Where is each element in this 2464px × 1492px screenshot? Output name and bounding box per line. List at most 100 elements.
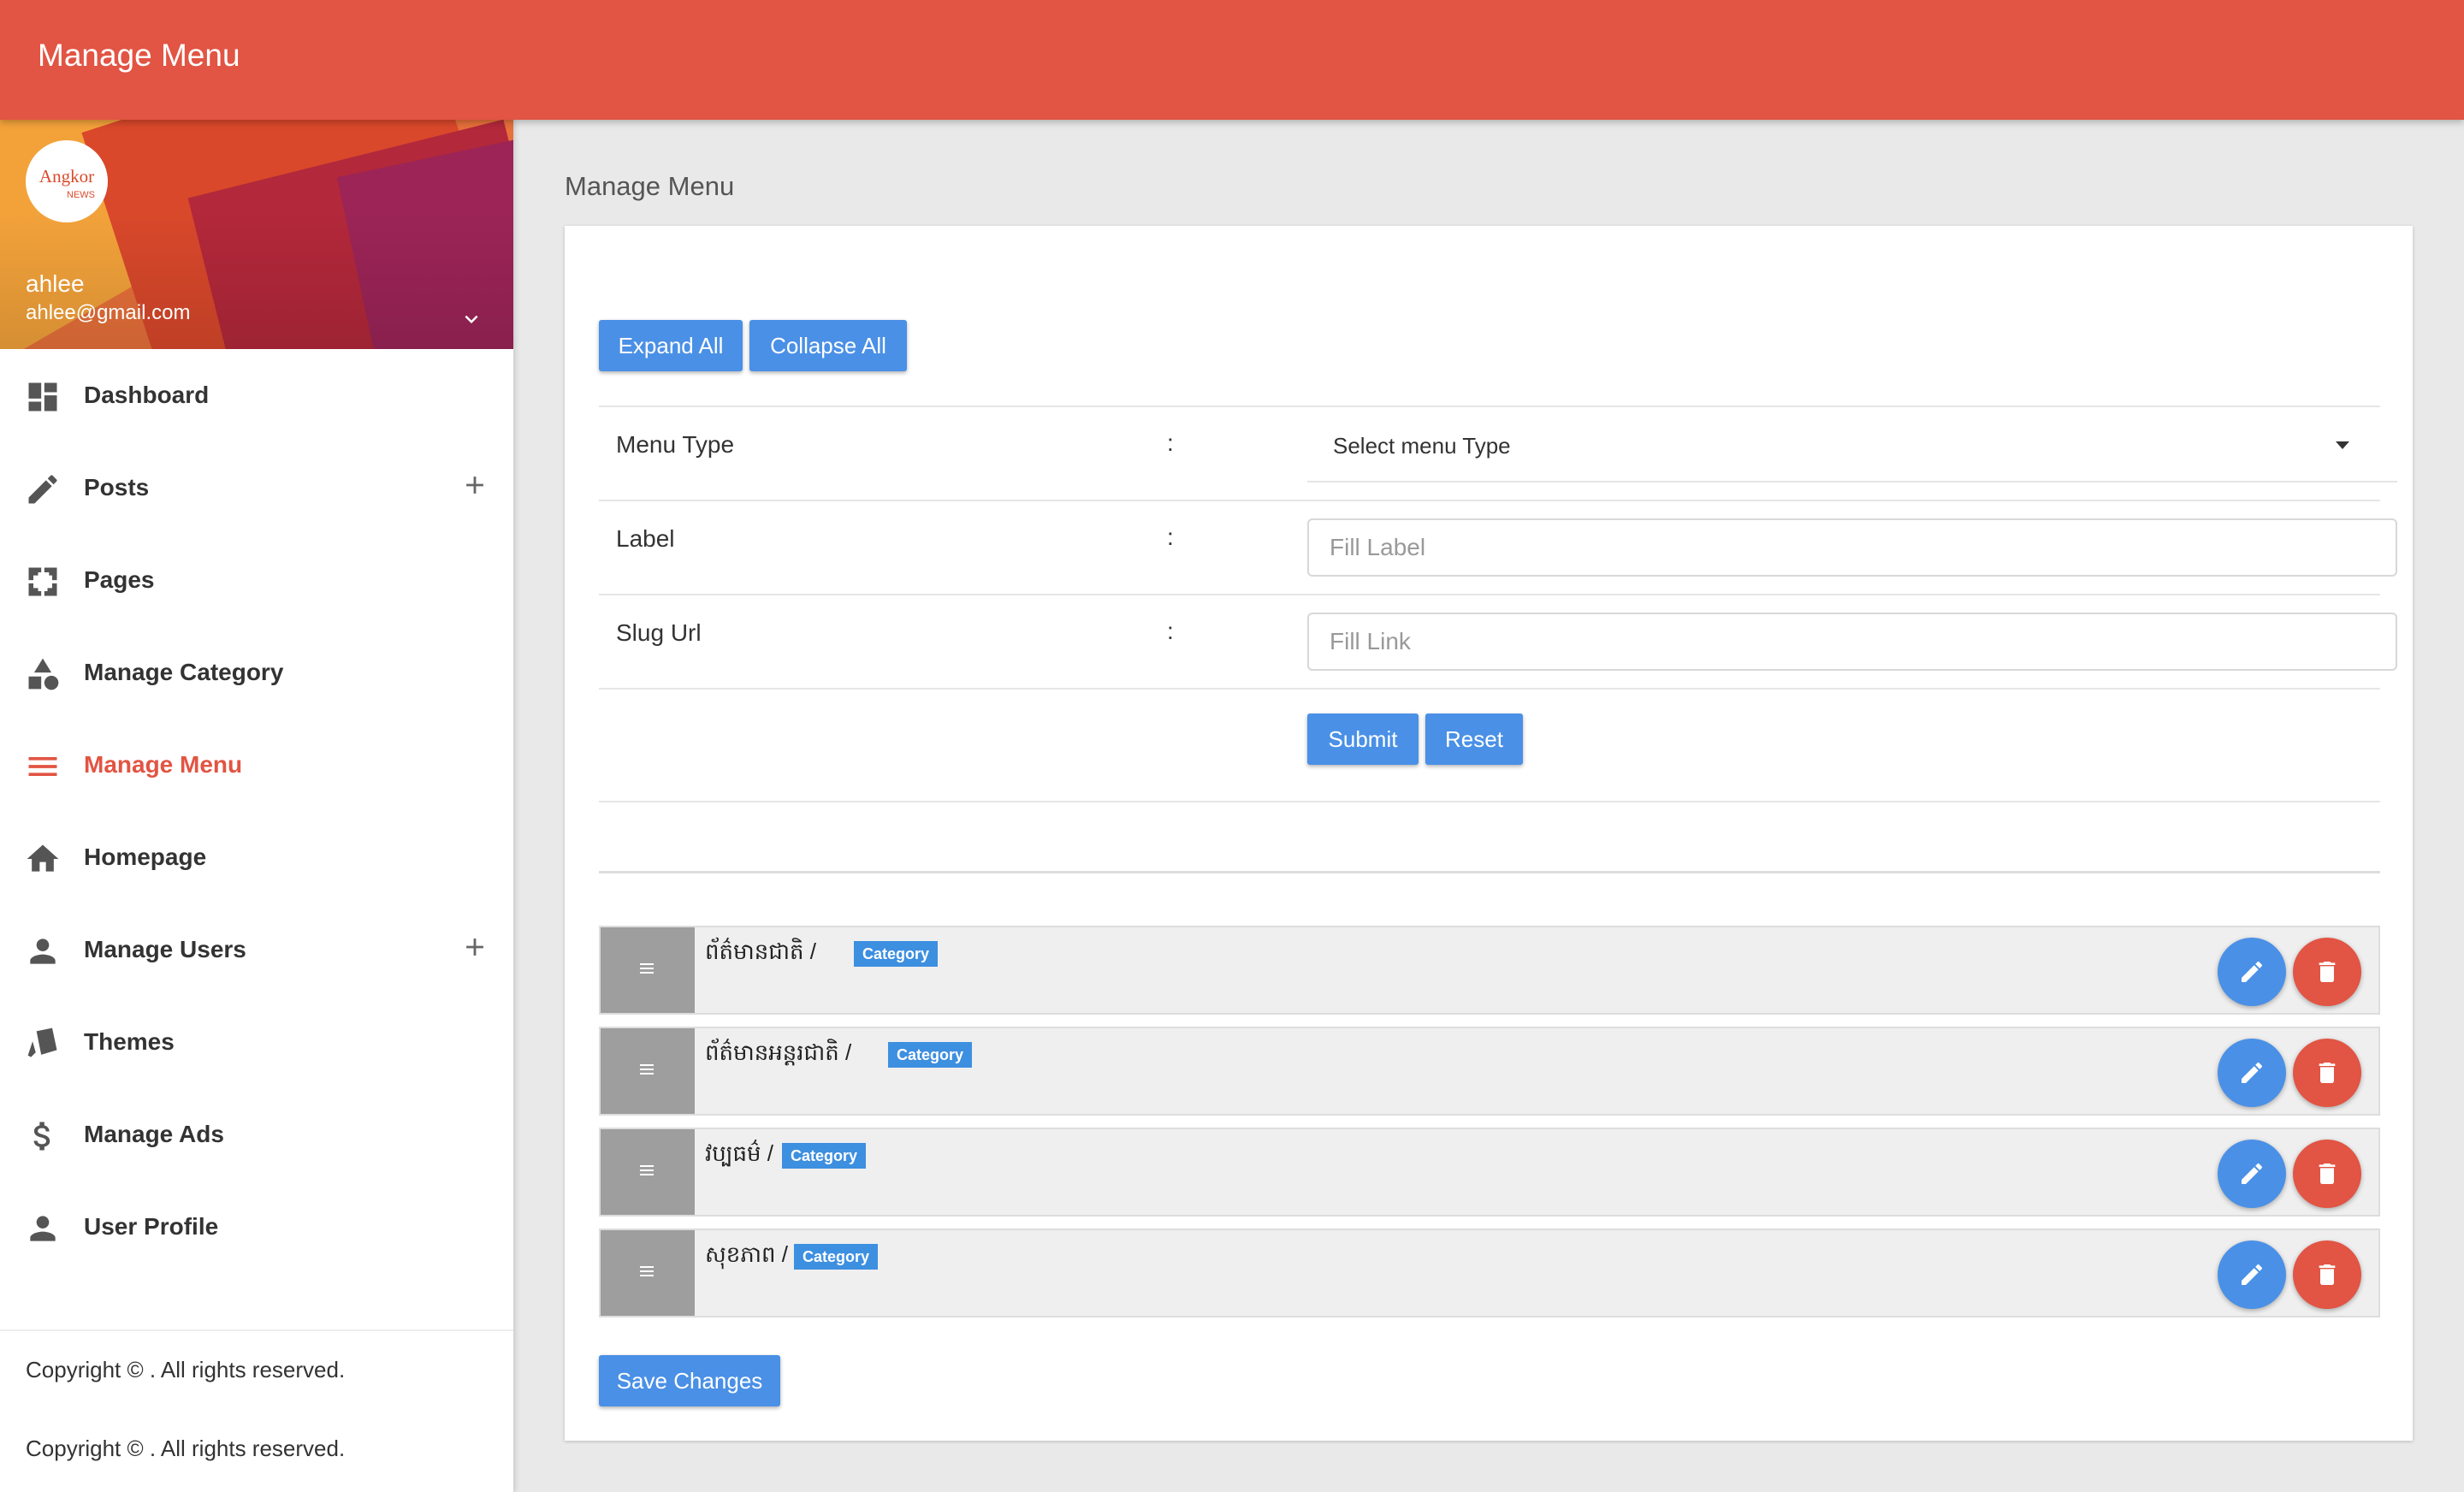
colon: : — [1167, 524, 1174, 550]
save-changes-button[interactable]: Save Changes — [599, 1355, 780, 1406]
sidebar-item-label: Manage Users — [84, 936, 246, 962]
trash-icon — [2319, 1163, 2336, 1184]
reset-button[interactable]: Reset — [1425, 713, 1523, 765]
pencil-icon — [2242, 1264, 2262, 1285]
copyright-text: Copyright © . All rights reserved. — [26, 1436, 346, 1461]
dashboard-icon — [28, 382, 57, 411]
label-input[interactable] — [1307, 518, 2397, 577]
drag-handle[interactable] — [601, 927, 695, 1013]
pencil-icon — [2242, 1062, 2262, 1083]
user-name: ahlee — [26, 270, 85, 297]
menu-item-title: ព័ត៌មានជាតិ / — [705, 938, 816, 964]
sidebar-item-label: Dashboard — [84, 382, 210, 408]
menu-item-type-badge: Category — [854, 941, 939, 967]
logo-subtext: NEWS — [67, 190, 95, 200]
drag-handle[interactable] — [601, 1028, 695, 1114]
sidebar-item-label: Pages — [84, 566, 155, 593]
slug-url-label: Slug Url — [616, 619, 702, 646]
person-icon — [30, 938, 56, 964]
section-divider — [599, 871, 2380, 873]
colon: : — [1167, 618, 1174, 644]
menu-icon — [28, 757, 57, 776]
app-bar: Manage Menu — [0, 0, 2464, 120]
menu-type-select[interactable]: Select menu Type — [1307, 407, 2397, 483]
slug-url-input[interactable] — [1307, 613, 2397, 671]
expand-all-button[interactable]: Expand All — [599, 320, 743, 371]
manage-menu-card: Expand All Collapse All Menu Type : Sele… — [565, 226, 2413, 1441]
sidebar-item-dashboard[interactable]: Dashboard — [0, 349, 513, 441]
drag-handle[interactable] — [601, 1129, 695, 1215]
home-icon — [27, 844, 59, 872]
sidebar-item-pages[interactable]: Pages — [0, 534, 513, 626]
footer-divider — [0, 1329, 513, 1331]
collapse-all-button[interactable]: Collapse All — [749, 320, 907, 371]
sidebar-item-posts[interactable]: Posts — [0, 441, 513, 534]
person-icon — [30, 1216, 56, 1241]
sidebar-item-user-profile[interactable]: User Profile — [0, 1181, 513, 1273]
form-row-actions: Submit Reset — [599, 688, 2380, 802]
menu-list-item: ព័ត៌មានជាតិ / Category — [599, 926, 2380, 1015]
edit-button[interactable] — [2218, 1140, 2286, 1208]
sidebar-item-manage-users[interactable]: Manage Users — [0, 903, 513, 996]
label-field-label: Label — [616, 525, 675, 552]
pencil-icon — [2242, 961, 2262, 982]
menu-list-item: ព័ត៌មានអន្តរជាតិ / Category — [599, 1027, 2380, 1116]
sidebar-item-label: Manage Category — [84, 659, 284, 685]
plus-icon[interactable] — [460, 471, 489, 500]
edit-button[interactable] — [2218, 1039, 2286, 1107]
sidebar-item-label: Manage Menu — [84, 751, 243, 778]
menu-item-title: សុខភាព / — [705, 1241, 788, 1267]
menu-list-item: សុខភាព / Category — [599, 1229, 2380, 1317]
pencil-icon — [2242, 1163, 2262, 1184]
drag-handle-icon — [640, 1266, 654, 1276]
delete-button[interactable] — [2293, 1140, 2361, 1208]
delete-button[interactable] — [2293, 1240, 2361, 1309]
edit-button[interactable] — [2218, 938, 2286, 1006]
page-title: Manage Menu — [565, 171, 735, 201]
sidebar: Angkor NEWS ahlee ahlee@gmail.com Dashbo… — [0, 120, 513, 1492]
drag-handle-icon — [640, 1064, 654, 1075]
drag-handle-icon — [640, 1165, 654, 1175]
category-icon — [28, 658, 59, 690]
plus-icon[interactable] — [460, 932, 489, 962]
menu-type-value: Select menu Type — [1333, 433, 1511, 459]
trash-icon — [2319, 1063, 2336, 1083]
pencil-icon — [28, 475, 57, 504]
pages-icon — [28, 567, 57, 596]
trash-icon — [2319, 1264, 2336, 1285]
copyright-text: Copyright © . All rights reserved. — [26, 1357, 346, 1382]
app-bar-title: Manage Menu — [38, 38, 240, 73]
menu-item-type-badge: Category — [888, 1042, 973, 1068]
menu-item-type-badge: Category — [794, 1244, 879, 1270]
menu-item-type-badge: Category — [782, 1143, 867, 1169]
sidebar-item-manage-ads[interactable]: Manage Ads — [0, 1088, 513, 1181]
caret-down-icon — [2336, 441, 2349, 449]
menu-list-item: វប្បធម៌ / Category — [599, 1128, 2380, 1217]
submit-button[interactable]: Submit — [1307, 713, 1419, 765]
sidebar-item-label: User Profile — [84, 1213, 219, 1240]
sidebar-item-label: Homepage — [84, 844, 207, 870]
sidebar-item-homepage[interactable]: Homepage — [0, 811, 513, 903]
menu-item-title: ព័ត៌មានអន្តរជាតិ / — [705, 1039, 852, 1065]
form-row-slug-url: Slug Url : — [599, 594, 2397, 688]
trash-icon — [2319, 962, 2336, 982]
chevron-down-icon[interactable] — [459, 306, 484, 332]
avatar[interactable]: Angkor NEWS — [26, 140, 108, 222]
sidebar-item-manage-category[interactable]: Manage Category — [0, 626, 513, 719]
delete-button[interactable] — [2293, 938, 2361, 1006]
sidebar-item-label: Posts — [84, 474, 150, 500]
sidebar-item-label: Themes — [84, 1028, 175, 1055]
themes-icon — [27, 1027, 57, 1057]
sidebar-item-manage-menu[interactable]: Manage Menu — [0, 719, 513, 811]
user-email: ahlee@gmail.com — [26, 301, 191, 324]
user-info-panel: Angkor NEWS ahlee ahlee@gmail.com — [0, 120, 513, 349]
drag-handle[interactable] — [601, 1230, 695, 1316]
colon: : — [1167, 429, 1174, 456]
menu-item-title: វប្បធម៌ / — [705, 1140, 773, 1166]
form-row-label: Label : — [599, 500, 2397, 594]
edit-button[interactable] — [2218, 1240, 2286, 1309]
sidebar-item-themes[interactable]: Themes — [0, 996, 513, 1088]
logo-text: Angkor — [38, 166, 95, 186]
sidebar-item-label: Manage Ads — [84, 1121, 224, 1147]
delete-button[interactable] — [2293, 1039, 2361, 1107]
